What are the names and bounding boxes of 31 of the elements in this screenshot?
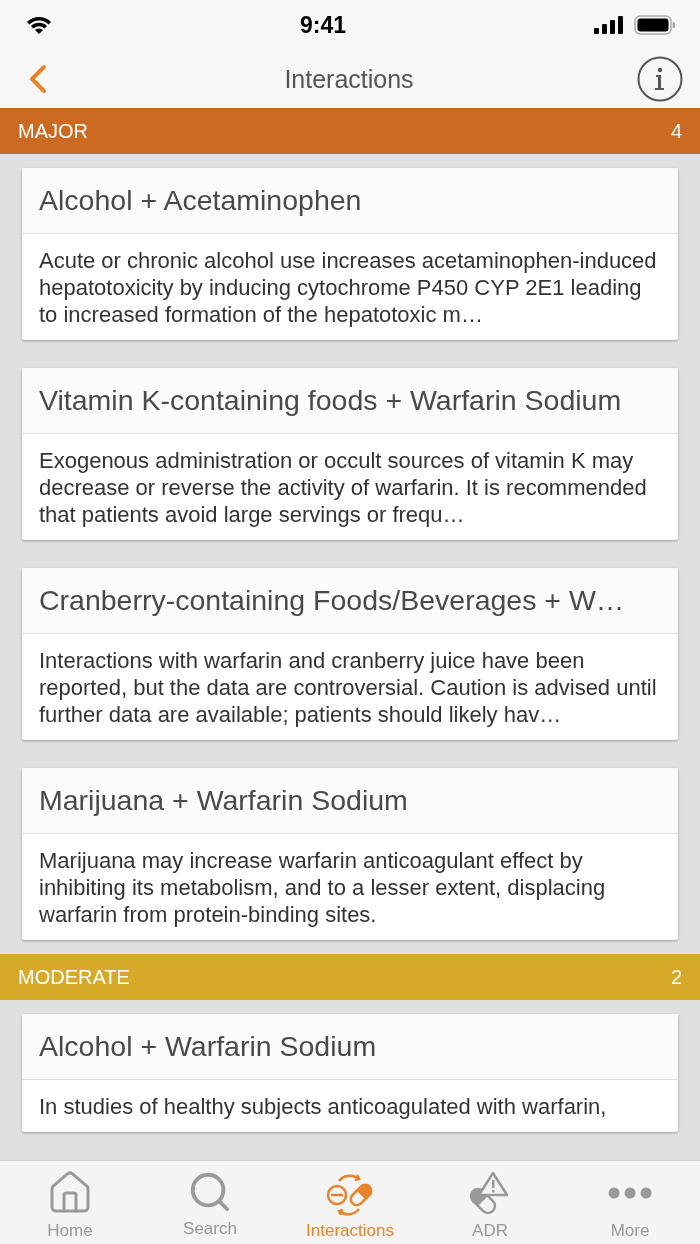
info-button[interactable] [636,55,684,103]
interaction-summary: Marijuana may increase warfarin anticoagulant effect by inhibiting its metabolism, and to a lesser extent, displacing warfarin from protein-binding sites. [38,847,607,929]
tab-item[interactable]: Home [0,1161,140,1244]
tab-item[interactable]: Interactions [280,1161,420,1244]
tab-item[interactable]: More [560,1161,700,1244]
interaction-card[interactable] [22,368,678,540]
interaction-card[interactable]: Marijuana + Warfarin Sodium Marijuana may increase warfarin anticoagulant effect by inhibiting its metabolism, and to a lesser extent, displacing warfarin from protein-binding sites. [22,768,678,940]
status-time: 9:41 [299,11,346,39]
interaction-title: Alcohol + Acetaminophen [22,168,678,234]
interaction-title: Marijuana + Warfarin Sodium [22,768,678,834]
section-count: 2 [670,965,682,989]
interaction-title: Alcohol + Warfarin Sodium [22,1014,678,1080]
section-title: MAJOR [18,119,88,143]
battery-icon [634,15,676,35]
signal-icon [594,15,624,35]
interaction-card[interactable]: Alcohol + Acetaminophen Acute or chronic alcohol use increases acetaminophen-induced hepatotoxicity by inducing cytochrome P450 CYP 2E1 leading to increased formation of the hepatotoxic m… [22,168,678,340]
interaction-summary: Exogenous administration or occult sources of vitamin K may decrease or reverse the activity of warfarin. It is recommended that patients avoid large servings or frequ… [38,447,648,529]
section-title: MODERATE [18,965,130,989]
wifi-icon [26,15,52,35]
interaction-card[interactable]: Alcohol + Warfarin Sodium In studies of healthy subjects anticoagulated with warfarin, [22,1014,678,1132]
tab-item[interactable]: ADR [420,1161,560,1244]
interaction-title: Cranberry-containing Foods/Beverages + W… [22,568,678,634]
screen-title: Interactions [284,64,414,94]
section-count: 4 [670,119,682,143]
more-icon [608,1187,652,1199]
tab-item[interactable]: Search [140,1161,280,1244]
interaction-summary: Interactions with warfarin and cranberry juice have been reported, but the data are controversial. Caution is advised until further data are available; patients should likely hav… [38,647,658,729]
interaction-summary: In studies of healthy subjects anticoagulated with warfarin, [38,1093,608,1121]
interaction-title: Vitamin K-containing foods + Warfarin Sodium [22,368,678,434]
interaction-summary: Acute or chronic alcohol use increases acetaminophen-induced hepatotoxicity by inducing cytochrome P450 CYP 2E1 leading to increased formation of the hepatotoxic m… [38,247,658,329]
interaction-card[interactable] [22,568,678,740]
